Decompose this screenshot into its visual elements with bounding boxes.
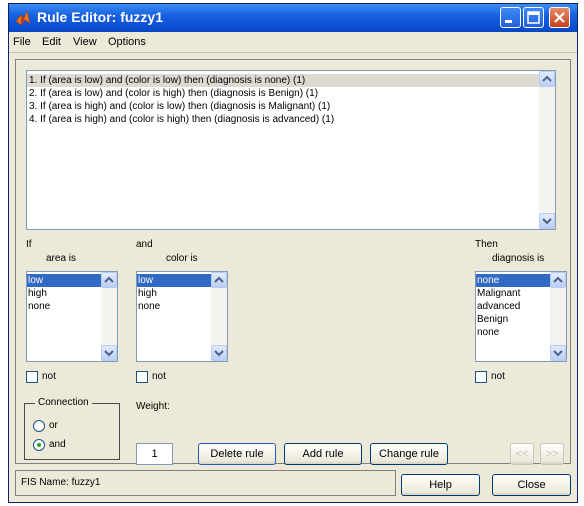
rule-item[interactable]: 1. If (area is low) and (color is low) t…	[27, 74, 541, 87]
rule-panel: 1. If (area is low) and (color is low) t…	[15, 59, 571, 465]
weight-label: Weight:	[136, 401, 170, 412]
minimize-icon	[505, 20, 512, 23]
scroll-up-button[interactable]	[539, 71, 555, 87]
maximize-icon	[527, 11, 540, 24]
weight-input[interactable]: 1	[136, 443, 173, 465]
area-listbox[interactable]: low high none	[26, 271, 118, 362]
chevron-down-icon	[214, 350, 224, 357]
rule-list-scrollbar[interactable]	[539, 71, 555, 229]
connection-group: Connection or and	[24, 397, 120, 460]
color-option-none[interactable]: none	[137, 300, 212, 313]
scroll-up-button[interactable]	[211, 272, 227, 288]
and-radio[interactable]	[33, 439, 45, 451]
color-not-label: not	[152, 371, 166, 382]
or-radio[interactable]	[33, 420, 45, 432]
area-option-high[interactable]: high	[27, 287, 102, 300]
area-not-label: not	[42, 371, 56, 382]
rule-item[interactable]: 2. If (area is low) and (color is high) …	[27, 87, 541, 100]
window-title: Rule Editor: fuzzy1	[37, 9, 164, 25]
color-is-label: color is	[166, 253, 198, 264]
rule-item[interactable]: 3. If (area is high) and (color is low) …	[27, 100, 541, 113]
rule-list[interactable]: 1. If (area is low) and (color is low) t…	[26, 70, 556, 230]
area-is-label: area is	[46, 253, 77, 264]
close-button[interactable]: Close	[492, 474, 571, 496]
maximize-button[interactable]	[523, 7, 544, 28]
minimize-button[interactable]	[500, 7, 521, 28]
color-listbox[interactable]: low high none	[136, 271, 228, 362]
chevron-up-icon	[542, 75, 552, 82]
if-label: If	[26, 239, 32, 250]
menu-file[interactable]: File	[13, 36, 31, 48]
area-option-low[interactable]: low	[27, 274, 102, 287]
color-option-low[interactable]: low	[137, 274, 212, 287]
diagnosis-option-advanced[interactable]: advanced	[476, 300, 551, 313]
delete-rule-button[interactable]: Delete rule	[198, 443, 276, 465]
rule-editor-window: Rule Editor: fuzzy1 File Edit View Optio…	[8, 3, 578, 503]
connection-title: Connection	[35, 397, 92, 408]
chevron-down-icon	[553, 350, 563, 357]
add-rule-button[interactable]: Add rule	[284, 443, 362, 465]
diagnosis-not-label: not	[491, 371, 505, 382]
menu-options[interactable]: Options	[108, 36, 146, 48]
scroll-down-button[interactable]	[101, 345, 117, 361]
fis-name-status: FIS Name: fuzzy1	[21, 477, 101, 488]
area-listbox-scrollbar[interactable]	[101, 272, 117, 361]
scroll-up-button[interactable]	[101, 272, 117, 288]
next-rule-button[interactable]: >>	[540, 443, 564, 465]
radio-selected-dot	[37, 443, 41, 447]
title-bar[interactable]: Rule Editor: fuzzy1	[9, 4, 577, 32]
scroll-down-button[interactable]	[550, 345, 566, 361]
and-label: and	[136, 239, 153, 250]
close-icon	[554, 12, 565, 23]
menu-view[interactable]: View	[73, 36, 97, 48]
or-label: or	[49, 420, 58, 431]
change-rule-button[interactable]: Change rule	[370, 443, 448, 465]
diagnosis-listbox[interactable]: none Malignant advanced Benign none	[475, 271, 567, 362]
chevron-down-icon	[542, 218, 552, 225]
chevron-up-icon	[553, 276, 563, 283]
then-label: Then	[475, 239, 498, 250]
rule-item[interactable]: 4. If (area is high) and (color is high)…	[27, 113, 541, 126]
diagnosis-option-malignant[interactable]: Malignant	[476, 287, 551, 300]
color-option-high[interactable]: high	[137, 287, 212, 300]
chevron-up-icon	[214, 276, 224, 283]
and-radio-label: and	[49, 439, 66, 450]
diagnosis-is-label: diagnosis is	[492, 253, 545, 264]
color-not-checkbox[interactable]	[136, 371, 148, 383]
area-option-none[interactable]: none	[27, 300, 102, 313]
previous-rule-button[interactable]: <<	[510, 443, 534, 465]
scroll-down-button[interactable]	[211, 345, 227, 361]
color-listbox-scrollbar[interactable]	[211, 272, 227, 361]
scroll-up-button[interactable]	[550, 272, 566, 288]
diagnosis-not-checkbox[interactable]	[475, 371, 487, 383]
diagnosis-option-benign[interactable]: Benign	[476, 313, 551, 326]
diagnosis-option-none-2[interactable]: none	[476, 326, 551, 339]
menu-edit[interactable]: Edit	[42, 36, 61, 48]
close-window-button[interactable]	[549, 7, 570, 28]
chevron-down-icon	[104, 350, 114, 357]
status-bar: FIS Name: fuzzy1	[15, 470, 396, 496]
diagnosis-listbox-scrollbar[interactable]	[550, 272, 566, 361]
help-button[interactable]: Help	[401, 474, 480, 496]
menu-bar: File Edit View Options	[9, 32, 577, 53]
scroll-down-button[interactable]	[539, 213, 555, 229]
diagnosis-option-none[interactable]: none	[476, 274, 551, 287]
matlab-icon	[15, 10, 31, 26]
area-not-checkbox[interactable]	[26, 371, 38, 383]
chevron-up-icon	[104, 276, 114, 283]
